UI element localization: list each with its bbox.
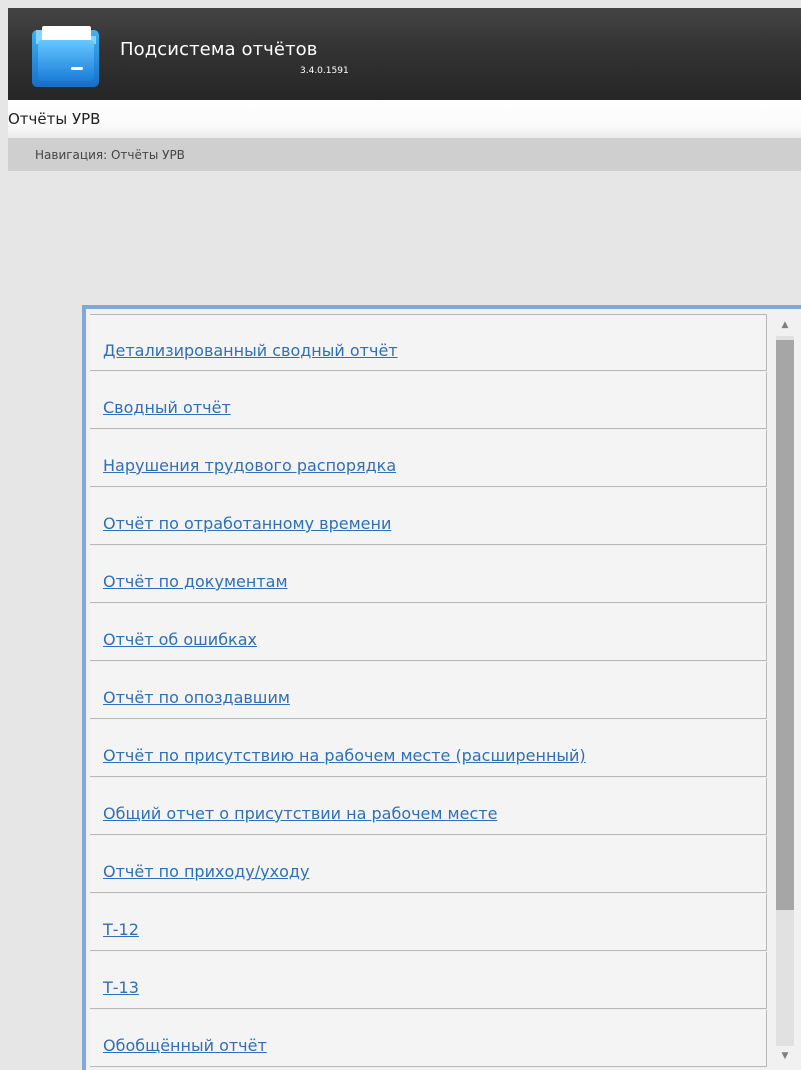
list-item: Отчёт по опоздавшим (90, 662, 767, 719)
report-link[interactable]: Сводный отчёт (103, 398, 231, 417)
report-link[interactable]: Т-13 (103, 978, 139, 997)
report-link[interactable]: Нарушения трудового распорядка (103, 456, 396, 475)
list-item: Т-12 (90, 894, 767, 951)
report-link[interactable]: Отчёт по приходу/уходу (103, 862, 309, 881)
report-link[interactable]: Т-12 (103, 920, 139, 939)
triangle-up-icon[interactable]: ▲ (776, 316, 794, 334)
list-item: Отчёт по документам (90, 546, 767, 603)
list-item: Т-13 (90, 952, 767, 1009)
section-title: Отчёты УРВ (8, 110, 101, 128)
list-item: Отчёт об ошибках (90, 604, 767, 661)
vertical-scrollbar[interactable]: ▲ ▼ (769, 310, 801, 1070)
report-link[interactable]: Отчёт по опоздавшим (103, 688, 290, 707)
list-item: Отчёт по отработанному времени (90, 488, 767, 545)
breadcrumb: Навигация: Отчёты УРВ (8, 139, 801, 171)
app-title: Подсистема отчётов (120, 39, 318, 60)
breadcrumb-label: Навигация: Отчёты УРВ (35, 148, 185, 162)
list-item: Нарушения трудового распорядка (90, 430, 767, 487)
list-item: Обобщённый отчёт (90, 1010, 767, 1067)
app-version: 3.4.0.1591 (300, 66, 349, 76)
list-item: Отчёт по приходу/уходу (90, 836, 767, 893)
triangle-down-icon[interactable]: ▼ (776, 1047, 794, 1065)
folder-icon (32, 26, 99, 87)
report-link[interactable]: Общий отчет о присутствии на рабочем мес… (103, 804, 497, 823)
scroll-thumb[interactable] (776, 340, 794, 910)
section-header: Отчёты УРВ (8, 100, 801, 139)
report-link[interactable]: Детализированный сводный отчёт (103, 341, 398, 360)
report-link[interactable]: Отчёт по документам (103, 572, 288, 591)
report-link[interactable]: Отчёт по присутствию на рабочем месте (р… (103, 746, 586, 765)
list-item: Сводный отчёт (90, 372, 767, 429)
list-item: Отчёт по присутствию на рабочем месте (р… (90, 720, 767, 777)
app-header: Подсистема отчётов 3.4.0.1591 (8, 8, 801, 100)
list-item: Общий отчет о присутствии на рабочем мес… (90, 778, 767, 835)
report-list: Детализированный сводный отчёт Сводный о… (90, 314, 767, 1068)
reports-panel: Детализированный сводный отчёт Сводный о… (82, 305, 801, 1070)
report-link[interactable]: Отчёт об ошибках (103, 630, 257, 649)
report-link[interactable]: Отчёт по отработанному времени (103, 514, 391, 533)
list-item: Детализированный сводный отчёт (90, 314, 767, 371)
report-link[interactable]: Обобщённый отчёт (103, 1036, 267, 1055)
